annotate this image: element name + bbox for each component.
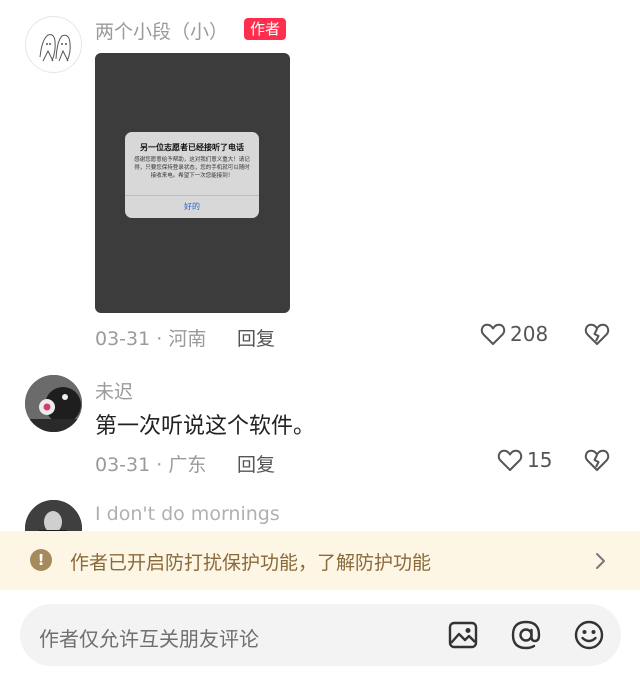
- reply-button[interactable]: 回复: [237, 324, 275, 351]
- heart-icon: [497, 449, 523, 471]
- comment-date: 03-31: [95, 454, 151, 476]
- chevron-right-icon: [596, 553, 605, 569]
- comment-meta: 03-31 · 河南: [95, 324, 206, 351]
- comment-image[interactable]: 另一位志愿者已经接听了电话 感谢您愿意给予帮助，这对我们意义重大！请记得，只要您…: [95, 53, 290, 313]
- author-badge: 作者: [244, 18, 287, 40]
- comment-username[interactable]: I don't do mornings: [95, 503, 280, 525]
- comment-date: 03-31: [95, 328, 151, 350]
- comment-location: 河南: [168, 328, 207, 350]
- user-avatar[interactable]: [25, 375, 82, 432]
- comment-meta: 03-31 · 广东: [95, 450, 206, 477]
- comment-text[interactable]: 第一次听说这个软件。: [95, 408, 315, 440]
- like-count: 15: [527, 448, 553, 472]
- banner-text: 作者已开启防打扰保护功能，了解防护功能: [70, 552, 432, 574]
- comment-input[interactable]: 作者仅允许互关朋友评论: [20, 604, 621, 666]
- image-icon[interactable]: [447, 619, 479, 651]
- like-button[interactable]: 208: [480, 322, 548, 346]
- sketch-avatar-icon: [39, 34, 71, 62]
- broken-heart-icon: [584, 323, 610, 345]
- dialog-title: 另一位志愿者已经接听了电话: [140, 143, 244, 152]
- author-avatar[interactable]: [25, 16, 82, 73]
- like-button[interactable]: 15: [497, 448, 552, 472]
- meta-separator: ·: [156, 328, 163, 350]
- dialog-divider: [125, 195, 259, 196]
- comment-username[interactable]: 未迟: [95, 377, 133, 404]
- emoji-icon[interactable]: [573, 619, 605, 651]
- dialog-ok-button: 好的: [184, 202, 200, 211]
- dialog-body: 感谢您愿意给予帮助，这对我们意义重大！请记得，只要您保持登录状态，您的手机就可以…: [134, 157, 250, 179]
- heart-icon: [480, 323, 506, 345]
- reply-button[interactable]: 回复: [237, 450, 275, 477]
- at-icon[interactable]: [510, 619, 542, 651]
- anti-harassment-banner[interactable]: ! 作者已开启防打扰保护功能，了解防护功能: [0, 531, 640, 590]
- comment-location: 广东: [168, 454, 207, 476]
- screenshot-dialog: 另一位志愿者已经接听了电话 感谢您愿意给予帮助，这对我们意义重大！请记得，只要您…: [125, 132, 259, 218]
- like-count: 208: [510, 322, 549, 346]
- meta-separator: ·: [156, 454, 163, 476]
- dislike-button[interactable]: [584, 448, 610, 476]
- warning-icon: !: [30, 549, 52, 571]
- panda-avatar-icon: [25, 375, 82, 432]
- comment-username[interactable]: 两个小段（小）: [95, 17, 228, 44]
- broken-heart-icon: [584, 449, 610, 471]
- dislike-button[interactable]: [584, 322, 610, 350]
- comment-input-placeholder: 作者仅允许互关朋友评论: [39, 627, 259, 651]
